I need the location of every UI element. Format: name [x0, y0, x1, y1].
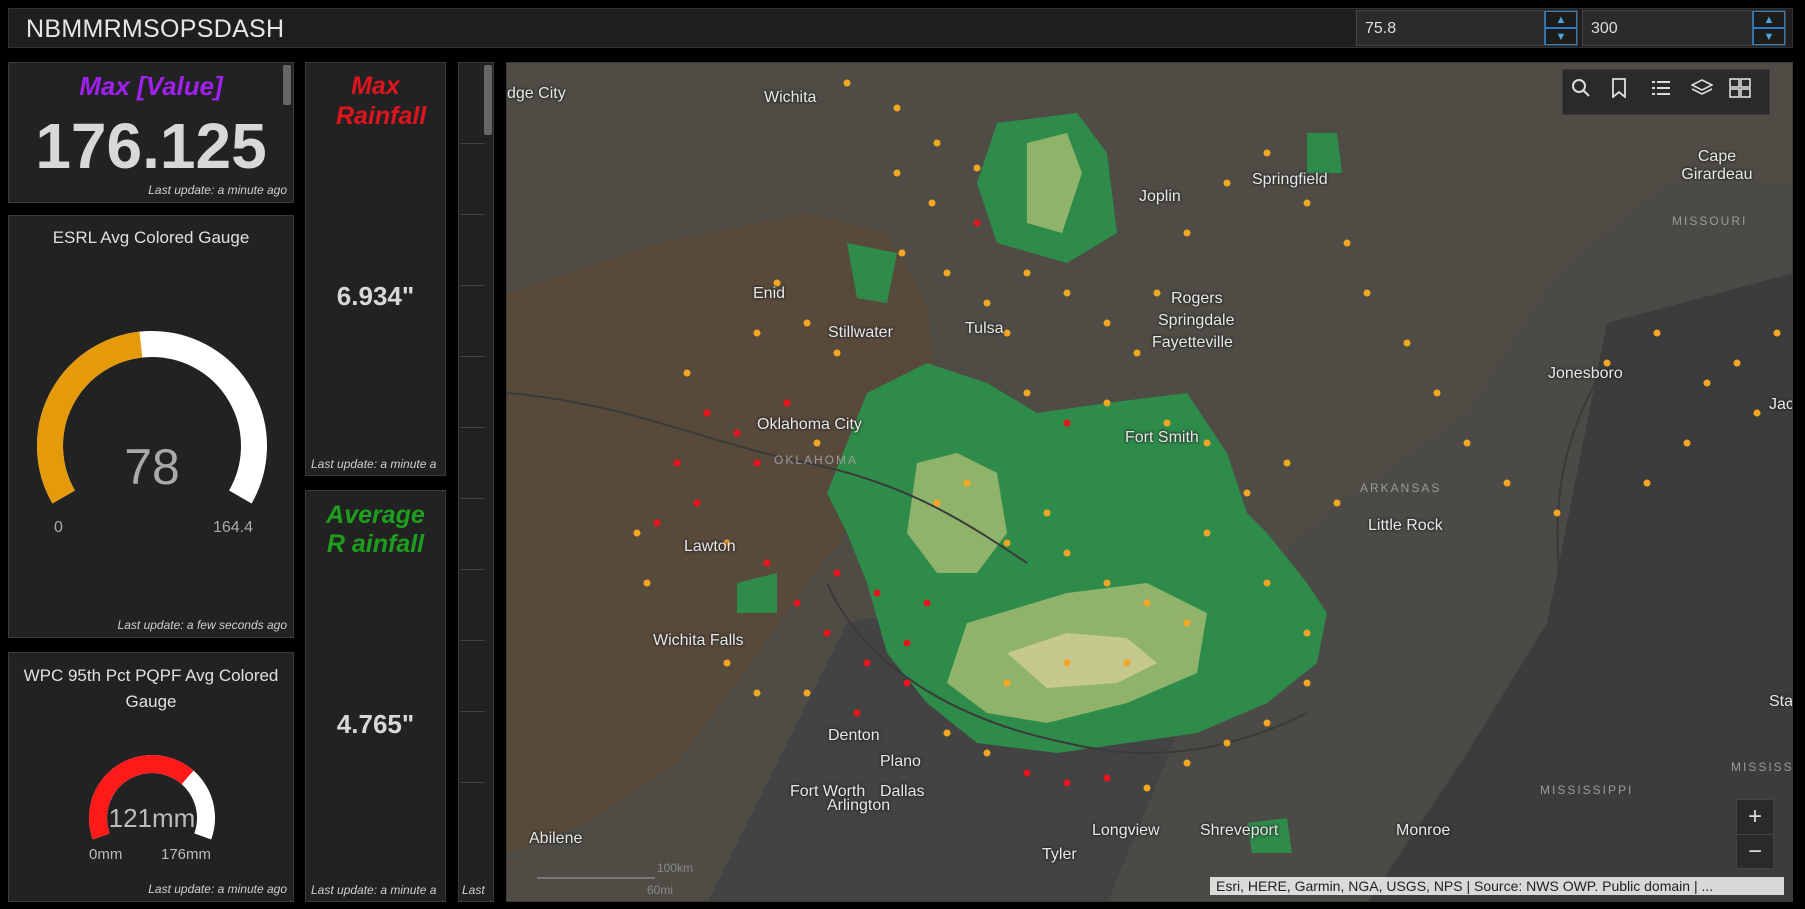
list-items [461, 73, 485, 873]
zoom-out-button[interactable]: − [1737, 835, 1773, 869]
map-toolbar [1562, 69, 1770, 115]
esrl-gauge-title: ESRL Avg Colored Gauge [52, 228, 250, 247]
map-city-label: Tulsa [965, 320, 1004, 337]
list-scrollbar[interactable] [484, 65, 492, 135]
map-view[interactable]: dge City Wichita Joplin Springfield Cape… [506, 62, 1793, 902]
threshold-input-1[interactable]: 75.8 ▲ ▼ [1356, 10, 1578, 46]
spin-down-icon[interactable]: ▼ [1753, 28, 1785, 45]
max-value-number: 176.125 [35, 110, 267, 182]
wpc-gauge-title: WPC 95th Pct PQPF Avg Colored Gauge [23, 666, 279, 711]
last-update-label: Last [462, 883, 485, 897]
map-city-label: Springfield [1252, 171, 1328, 188]
map-city-label: Jonesboro [1548, 365, 1623, 382]
map-city-label: Stark [1769, 693, 1793, 710]
list-item[interactable] [461, 712, 485, 783]
map-city-label: Abilene [529, 830, 583, 847]
list-item[interactable] [461, 357, 485, 428]
map-state-label: OKLAHOMA [774, 453, 859, 467]
wpc-gauge-value: 121mm [108, 803, 196, 833]
map-city-label: Lawton [684, 538, 736, 555]
map-city-label: Tyler [1042, 846, 1077, 863]
search-icon[interactable] [1571, 78, 1601, 106]
max-rainfall-value: 6.934" [336, 281, 415, 311]
map-city-label: Fayetteville [1152, 334, 1233, 351]
map-city-label: Shreveport [1200, 822, 1279, 839]
basemap-gallery-icon[interactable] [1729, 78, 1759, 106]
map-city-label: Jack [1769, 396, 1792, 413]
list-item[interactable] [461, 73, 485, 144]
max-value-indicator: Max [Value] 176.125 Last update: a minut… [8, 62, 294, 203]
threshold-input-2-spinner: ▲ ▼ [1752, 11, 1785, 45]
threshold-input-1-value[interactable]: 75.8 [1365, 20, 1396, 38]
threshold-input-2-value[interactable]: 300 [1591, 20, 1618, 38]
map-city-label: Plano [880, 753, 921, 770]
threshold-input-2[interactable]: 300 ▲ ▼ [1582, 10, 1786, 46]
map-state-label: MISSISSI [1731, 760, 1793, 774]
spin-up-icon[interactable]: ▲ [1753, 11, 1785, 28]
avg-rainfall-value: 4.765" [336, 709, 415, 739]
map-state-label: ARKANSAS [1360, 481, 1442, 495]
map-city-label: Denton [828, 727, 880, 744]
last-update-label: Last update: a few seconds ago [117, 618, 287, 632]
map-city-label: Joplin [1139, 188, 1181, 205]
max-rainfall-indicator: Max Rainfall 6.934" Last update: a minut… [305, 62, 446, 476]
scale-mi: 60mi [647, 883, 674, 897]
zoom-control: + − [1736, 799, 1774, 869]
esrl-gauge-max: 164.4 [213, 519, 254, 536]
map-city-label: Wichita [764, 89, 817, 106]
app-title: NBMMRMSOPSDASH [26, 15, 285, 43]
esrl-gauge-panel: ESRL Avg Colored Gauge 78 0 164.4 Last u… [8, 215, 294, 638]
map-city-label: Monroe [1396, 822, 1451, 839]
list-item[interactable] [461, 499, 485, 570]
zoom-in-button[interactable]: + [1737, 800, 1773, 835]
max-value-title: Max [Value] [79, 71, 223, 101]
last-update-label: Last update: a minute ago [148, 882, 287, 896]
map-city-label: Cape Girardeau [1681, 148, 1753, 183]
narrow-list-panel: Last [458, 62, 494, 902]
list-item[interactable] [461, 215, 485, 286]
esrl-gauge-value: 78 [124, 439, 180, 495]
map-city-label: Longview [1092, 822, 1160, 839]
spin-down-icon[interactable]: ▼ [1545, 28, 1577, 45]
last-update-label: Last update: a minute ago [148, 183, 287, 197]
layers-icon[interactable] [1691, 78, 1721, 106]
map-city-label: Springdale [1158, 312, 1235, 329]
list-item[interactable] [461, 570, 485, 641]
last-update-label: Last update: a minute a [311, 883, 437, 897]
map-city-label: Enid [753, 285, 786, 302]
map-city-label: Fort Smith [1125, 429, 1199, 446]
avg-rainfall-indicator: Average R ainfall 4.765" Last update: a … [305, 490, 446, 902]
map-city-label: Rogers [1171, 290, 1223, 307]
list-item[interactable] [461, 286, 485, 357]
map-city-label: Wichita Falls [653, 632, 744, 649]
avg-rainfall-title: Average R ainfall [326, 501, 425, 558]
map-state-label: MISSISSIPPI [1540, 783, 1634, 797]
rain-region [1307, 133, 1342, 173]
map-city-label: Little Rock [1368, 517, 1443, 534]
app-header: NBMMRMSOPSDASH 75.8 ▲ ▼ 300 ▲ ▼ [8, 8, 1793, 48]
spin-up-icon[interactable]: ▲ [1545, 11, 1577, 28]
map-city-label: dge City [507, 85, 566, 102]
scale-km: 100km [657, 861, 694, 875]
map-city-label: Arlington [827, 797, 891, 814]
map-state-label: MISSOURI [1672, 214, 1748, 228]
max-rainfall-title: Max Rainfall [336, 72, 427, 130]
map-attribution[interactable]: Esri, HERE, Garmin, NGA, USGS, NPS | Sou… [1210, 877, 1784, 895]
map-city-label: Oklahoma City [757, 416, 862, 433]
list-item[interactable] [461, 641, 485, 712]
last-update-label: Last update: a minute a [311, 457, 437, 471]
wpc-gauge-min: 0mm [89, 846, 123, 863]
list-item[interactable] [461, 428, 485, 499]
esrl-gauge-min: 0 [54, 519, 63, 536]
threshold-input-1-spinner: ▲ ▼ [1544, 11, 1577, 45]
map-city-label: Stillwater [828, 324, 893, 341]
wpc-gauge-panel: WPC 95th Pct PQPF Avg Colored Gauge 121m… [8, 652, 294, 902]
bookmark-icon[interactable] [1611, 78, 1641, 106]
wpc-gauge-max: 176mm [161, 846, 212, 863]
list-item[interactable] [461, 144, 485, 215]
legend-icon[interactable] [1651, 78, 1681, 106]
